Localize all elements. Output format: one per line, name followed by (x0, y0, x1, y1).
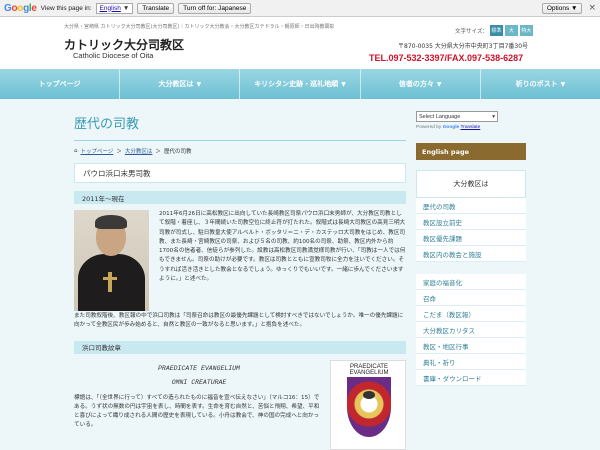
content: 歴代の司教 ⌂ トップページ ＞ 大分教区は ＞ 歴代の司教 パウロ浜口末男司教… (74, 105, 406, 450)
term-band: 2011年～現在 (74, 191, 406, 204)
sidebar-list-2: 家庭の福音化 召命 こだま（教区報） 大分教区カリタス 教区・地区行事 典礼・祈… (416, 274, 526, 386)
options-button[interactable]: Options ▼ (541, 2, 583, 14)
nav-kirishitan[interactable]: キリシタン史跡・巡礼地順 ▼ (240, 69, 361, 99)
language-value: English (99, 4, 121, 12)
sidebar-list-1: 歴代の司教 教区設立前史 教区優先課題 教区内の教会と施設 (416, 198, 526, 262)
sidebar-item-vocation[interactable]: 召命 (416, 290, 526, 306)
view-label: View this page in: (40, 4, 92, 12)
breadcrumb-current: 歴代の司教 (163, 149, 192, 155)
chevron-down-icon: ▼ (122, 4, 130, 12)
main-area: 歴代の司教 ⌂ トップページ ＞ 大分教区は ＞ 歴代の司教 パウロ浜口末男司教… (0, 99, 600, 450)
nav-prayer-post[interactable]: 祈りのポスト ▼ (481, 69, 600, 99)
breadcrumb-diocese[interactable]: 大分教区は (125, 147, 153, 155)
motto-line-2: OMNI CREATURAE (171, 378, 227, 386)
chevron-down-icon: ▼ (341, 80, 346, 88)
site-subtitle: Catholic Diocese of Oita (73, 51, 154, 60)
translate-button[interactable]: Translate (137, 2, 175, 14)
google-translate-bar: Google View this page in: English ▼ Tran… (0, 0, 600, 17)
sidebar-item-kodama[interactable]: こだま（教区報） (416, 306, 526, 322)
page-title: 歴代の司教 (74, 117, 140, 132)
main-nav: トップページ 大分教区は ▼ キリシタン史跡・巡礼地順 ▼ 信者の方々 ▼ 祈りのポス… (0, 69, 600, 99)
chevron-down-icon: ▼ (436, 80, 442, 88)
crest-title: PRAEDICATE EVANGELIUM (349, 363, 389, 376)
dove-icon (363, 390, 375, 399)
chevron-down-icon: ▾ (492, 113, 495, 120)
crest-description: 標語は、「（全世界に行って）すべての造られたものに福音を宣べ伝えなさい」（マルコ… (74, 394, 320, 429)
tel-fax: TEL.097-532-3397/FAX.097-538-6287 (369, 53, 524, 63)
bishop-name-heading: パウロ浜口末男司教 (74, 163, 406, 183)
english-page-button[interactable]: English page (416, 143, 526, 160)
nav-top[interactable]: トップページ (0, 69, 121, 99)
bio-section: 2011年6月26日に高松教区に出向していた長崎教区司祭パウロ浜口末男師が、大分… (74, 210, 406, 311)
sidebar-item-family[interactable]: 家庭の福音化 (416, 274, 526, 290)
sidebar-item-downloads[interactable]: 書庫・ダウンロード (416, 370, 526, 386)
font-size-switcher: 文字サイズ： 標準 大 特大 (455, 25, 533, 36)
sidebar-item-events[interactable]: 教区・地区行事 (416, 338, 526, 354)
language-select[interactable]: English ▼ (95, 2, 134, 14)
breadcrumb: ⌂ トップページ ＞ 大分教区は ＞ 歴代の司教 (74, 147, 192, 155)
font-size-label: 文字サイズ： (455, 28, 488, 35)
bishop-photo (74, 210, 149, 311)
sidebar-heading: 大分教区は (416, 170, 526, 198)
sidebar-item-prehistory[interactable]: 教区設立前史 (416, 214, 526, 230)
sidebar-item-caritas[interactable]: 大分教区カリタス (416, 322, 526, 338)
shield-icon (347, 376, 391, 437)
home-icon: ⌂ (74, 148, 78, 154)
sidebar-item-priorities[interactable]: 教区優先課題 (416, 230, 526, 246)
font-size-large[interactable]: 大 (504, 25, 518, 36)
coat-of-arms-image: PRAEDICATE EVANGELIUM (330, 359, 406, 450)
breadcrumb-top[interactable]: トップページ (81, 147, 114, 155)
motto-line-1: PRAEDICATE EVANGELIUM (158, 364, 240, 372)
header-subline: 大分県・宮崎県 カトリック大分司教区(大分司教区)｜カトリック大分教会・大分教区… (64, 24, 335, 30)
nav-diocese[interactable]: 大分教区は ▼ (120, 69, 241, 99)
powered-by: Powered by Google Translate (416, 125, 481, 130)
select-language[interactable]: Select Language ▾ (416, 111, 498, 122)
nav-believers[interactable]: 信者の方々 ▼ (361, 69, 481, 99)
font-size-xlarge[interactable]: 特大 (519, 25, 533, 36)
google-logo: Google (4, 2, 37, 14)
divider (74, 140, 406, 141)
sidebar-item-bishops[interactable]: 歴代の司教 (416, 198, 526, 214)
sidebar: Select Language ▾ Powered by Google Tran… (416, 111, 526, 386)
bio-text: 2011年6月26日に高松教区に出向していた長崎教区司祭パウロ浜口末男師が、大分… (159, 211, 406, 283)
close-icon[interactable]: × (588, 3, 596, 13)
chevron-down-icon: ▼ (196, 80, 202, 88)
translate-link[interactable]: Translate (460, 125, 480, 130)
crest-section: PRAEDICATE EVANGELIUM OMNI CREATURAE 標語は… (74, 359, 406, 450)
cross-icon (108, 272, 112, 292)
address: 〒870-0035 大分県大分市中央町3丁目7番30号 (398, 43, 529, 50)
sidebar-item-churches[interactable]: 教区内の教会と施設 (416, 246, 526, 262)
turn-off-button[interactable]: Turn off for: Japanese (178, 2, 252, 14)
font-size-standard[interactable]: 標準 (489, 25, 503, 36)
crest-band: 浜口司教紋章 (74, 340, 406, 354)
bio-tail-text: また司教叙階後、教区報の中で浜口司教は「司祭召命は教区の最優先課題として検討すべ… (74, 313, 404, 329)
sidebar-item-liturgy[interactable]: 典礼・祈り (416, 354, 526, 370)
site-header: 大分県・宮崎県 カトリック大分司教区(大分司教区)｜カトリック大分教会・大分教区… (0, 17, 600, 69)
chevron-down-icon: ▼ (560, 80, 566, 88)
